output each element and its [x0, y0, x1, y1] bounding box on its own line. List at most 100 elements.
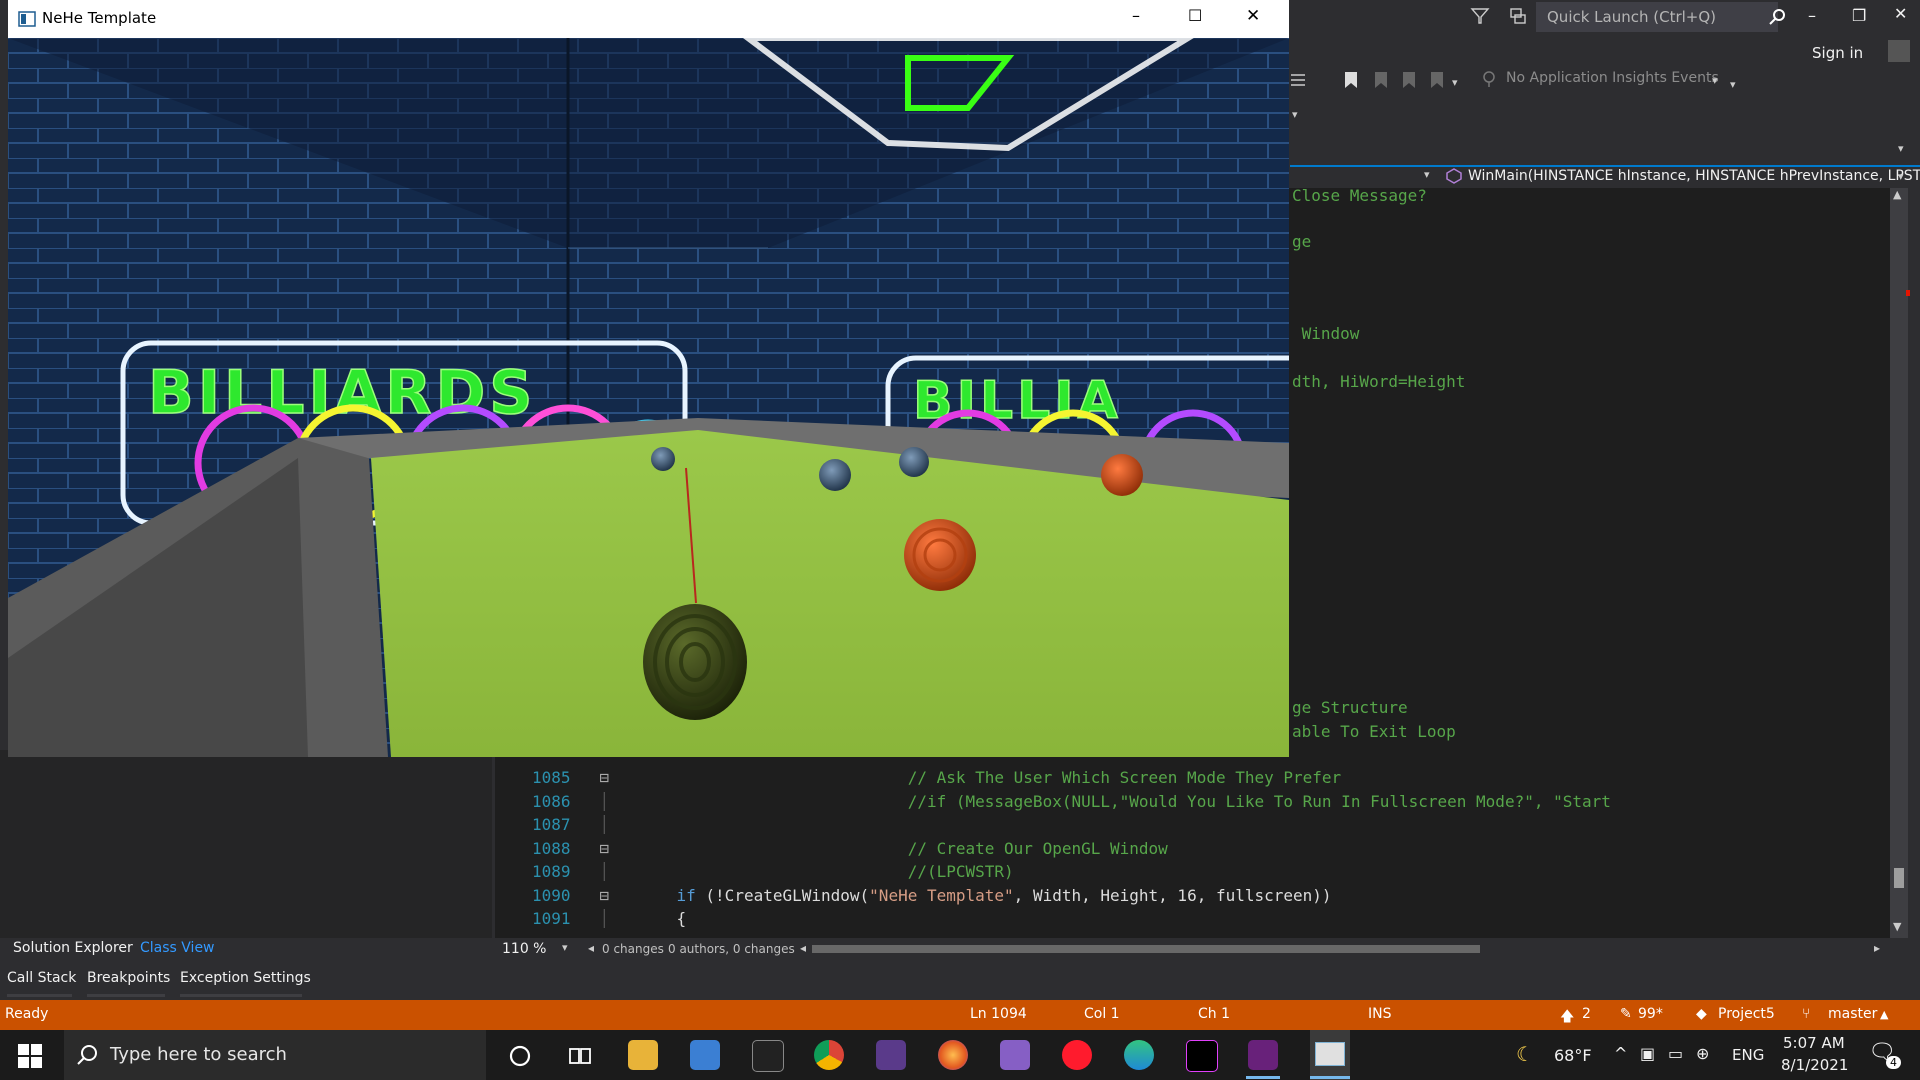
- git-repo-icon[interactable]: ◆: [1696, 1006, 1707, 1022]
- branch-name[interactable]: master: [1828, 1006, 1877, 1022]
- windows-start-icon[interactable]: [18, 1044, 42, 1068]
- terminal-icon[interactable]: [1186, 1040, 1218, 1072]
- billiard-ball[interactable]: [899, 447, 929, 477]
- unpushed-commits-count[interactable]: 2: [1582, 1006, 1591, 1022]
- gl-minimize-button[interactable]: –: [1132, 6, 1140, 25]
- repository-name[interactable]: Project5: [1718, 1006, 1775, 1022]
- code-line[interactable]: 1089 │ //(LPCWSTR): [532, 862, 1611, 886]
- file-explorer-icon[interactable]: [628, 1040, 658, 1070]
- code-text: //(LPCWSTR): [637, 862, 1014, 881]
- code-lines[interactable]: 1085 ⊟ // Ask The User Which Screen Mode…: [532, 768, 1611, 933]
- tab-breakpoints[interactable]: Breakpoints: [87, 970, 170, 986]
- tab-class-view[interactable]: Class View: [140, 940, 215, 956]
- vs-restore-button[interactable]: ❐: [1852, 6, 1866, 25]
- gl-close-button[interactable]: ✕: [1246, 6, 1260, 26]
- tab-call-stack[interactable]: Call Stack: [7, 970, 76, 986]
- nehe-app-taskbar-button[interactable]: [1310, 1030, 1350, 1080]
- filter-icon[interactable]: [1470, 6, 1490, 26]
- account-avatar[interactable]: [1888, 40, 1910, 62]
- weather-moon-icon[interactable]: ☾: [1516, 1042, 1534, 1066]
- weather-temperature[interactable]: 68°F: [1554, 1046, 1592, 1065]
- vertical-scrollbar[interactable]: ▲ ▼: [1890, 188, 1910, 938]
- search-icon[interactable]: [1769, 8, 1787, 26]
- battery-icon[interactable]: ▭: [1668, 1044, 1683, 1063]
- bookmark-icon[interactable]: [1342, 70, 1360, 90]
- hscroll-right-arrow[interactable]: ▸: [1874, 941, 1880, 955]
- vs-minimize-button[interactable]: –: [1808, 6, 1816, 25]
- clock-date[interactable]: 8/1/2021: [1781, 1056, 1848, 1074]
- network-globe-icon[interactable]: ⊕: [1696, 1044, 1709, 1063]
- zoom-level[interactable]: 110 %: [502, 941, 546, 957]
- billiard-ball[interactable]: [819, 459, 851, 491]
- gl-window-titlebar[interactable]: NeHe Template – ☐ ✕: [8, 0, 1289, 38]
- unity-icon[interactable]: [752, 1040, 784, 1072]
- list-icon[interactable]: [1288, 70, 1308, 90]
- visual-studio-icon[interactable]: [1248, 1040, 1278, 1070]
- function-dropdown-arrow[interactable]: ▾: [1898, 170, 1904, 183]
- branch-icon[interactable]: ⑂: [1802, 1006, 1810, 1022]
- application-insights-events[interactable]: No Application Insights Events: [1506, 70, 1719, 86]
- pencil-icon[interactable]: ✎: [1620, 1006, 1632, 1022]
- sign-in-link[interactable]: Sign in: [1812, 44, 1863, 62]
- clear-bookmarks-icon[interactable]: [1428, 70, 1446, 90]
- cue-ball[interactable]: [643, 604, 747, 720]
- code-fragment-6: able To Exit Loop: [1292, 722, 1456, 741]
- microsoft-store-icon[interactable]: [690, 1040, 720, 1070]
- tab-solution-explorer[interactable]: Solution Explorer: [13, 940, 133, 956]
- code-line[interactable]: 1085 ⊟ // Ask The User Which Screen Mode…: [532, 768, 1611, 792]
- scroll-left-arrow[interactable]: ◂: [588, 941, 594, 955]
- code-line[interactable]: 1090 ⊟ if (!CreateGLWindow("NeHe Templat…: [532, 886, 1611, 910]
- function-dropdown[interactable]: WinMain(HINSTANCE hInstance, HINSTANCE h…: [1468, 168, 1920, 184]
- pending-changes-count[interactable]: 99*: [1638, 1006, 1663, 1022]
- horizontal-scroll-thumb[interactable]: [812, 945, 1480, 953]
- toolbar-overflow-icon-2[interactable]: ▾: [1730, 78, 1736, 91]
- billiard-ball[interactable]: [651, 447, 675, 471]
- input-language[interactable]: ENG: [1732, 1046, 1764, 1064]
- scope-dropdown-arrow[interactable]: ▾: [1424, 168, 1430, 181]
- meet-now-icon[interactable]: ▣: [1640, 1044, 1655, 1063]
- scroll-up-arrow[interactable]: ▲: [1893, 188, 1901, 201]
- quick-launch-input[interactable]: Quick Launch (Ctrl+Q): [1536, 2, 1785, 32]
- opera-icon[interactable]: [1062, 1040, 1092, 1070]
- scroll-thumb[interactable]: [1894, 868, 1904, 888]
- notification-count-badge: 4: [1886, 1056, 1901, 1069]
- clock-time[interactable]: 5:07 AM: [1783, 1034, 1845, 1052]
- code-line[interactable]: 1088 ⊟ // Create Our OpenGL Window: [532, 839, 1611, 863]
- cortana-icon[interactable]: [508, 1044, 532, 1068]
- fold-minus-icon[interactable]: ⊟: [599, 886, 609, 905]
- billiards-3d-scene[interactable]: BILLIARDS BILLIA: [8, 38, 1289, 757]
- error-marker: [1906, 290, 1910, 296]
- code-line[interactable]: 1087 │: [532, 815, 1611, 839]
- vs-close-button[interactable]: ✕: [1894, 4, 1907, 23]
- prev-bookmark-icon[interactable]: [1372, 70, 1390, 90]
- gl-maximize-button[interactable]: ☐: [1188, 6, 1202, 25]
- taskbar-search-placeholder: Type here to search: [110, 1044, 287, 1065]
- toolbar-overflow-icon[interactable]: ▾: [1452, 76, 1458, 89]
- edge-icon[interactable]: [1124, 1040, 1154, 1070]
- codelens-authors[interactable]: 0 authors, 0 changes: [668, 942, 795, 956]
- zoom-dropdown-arrow[interactable]: ▾: [562, 941, 568, 954]
- video-editor-icon[interactable]: [876, 1040, 906, 1070]
- firefox-icon[interactable]: [938, 1040, 968, 1070]
- code-line[interactable]: 1086 │ //if (MessageBox(NULL,"Would You …: [532, 792, 1611, 816]
- show-hidden-icons-chevron[interactable]: ^: [1614, 1044, 1627, 1063]
- neon-sign-left-text: BILLIARDS: [148, 358, 537, 428]
- fold-minus-icon[interactable]: ⊟: [599, 839, 609, 858]
- feedback-icon[interactable]: [1508, 6, 1528, 26]
- fold-minus-icon[interactable]: ⊟: [599, 768, 609, 787]
- scroll-down-arrow[interactable]: ▼: [1893, 920, 1901, 933]
- branch-menu-arrow[interactable]: ▲: [1880, 1008, 1888, 1021]
- task-view-icon[interactable]: [568, 1044, 592, 1068]
- billiard-ball[interactable]: [1101, 454, 1143, 496]
- code-line[interactable]: 1091 │ {: [532, 909, 1611, 933]
- chevron-down-icon[interactable]: ▾: [1712, 74, 1718, 87]
- toolbar-overflow-icon-3[interactable]: ▾: [1292, 108, 1298, 121]
- visual-studio-code-icon[interactable]: [1000, 1040, 1030, 1070]
- window-list-dropdown[interactable]: ▾: [1898, 142, 1904, 155]
- tab-exception-settings[interactable]: Exception Settings: [180, 970, 311, 986]
- arrow-up-icon[interactable]: 🡅: [1560, 1006, 1574, 1030]
- codelens-changes[interactable]: 0 changes: [602, 942, 664, 956]
- next-bookmark-icon[interactable]: [1400, 70, 1418, 90]
- chrome-icon[interactable]: [814, 1040, 844, 1070]
- hscroll-left-arrow[interactable]: ◂: [800, 941, 806, 955]
